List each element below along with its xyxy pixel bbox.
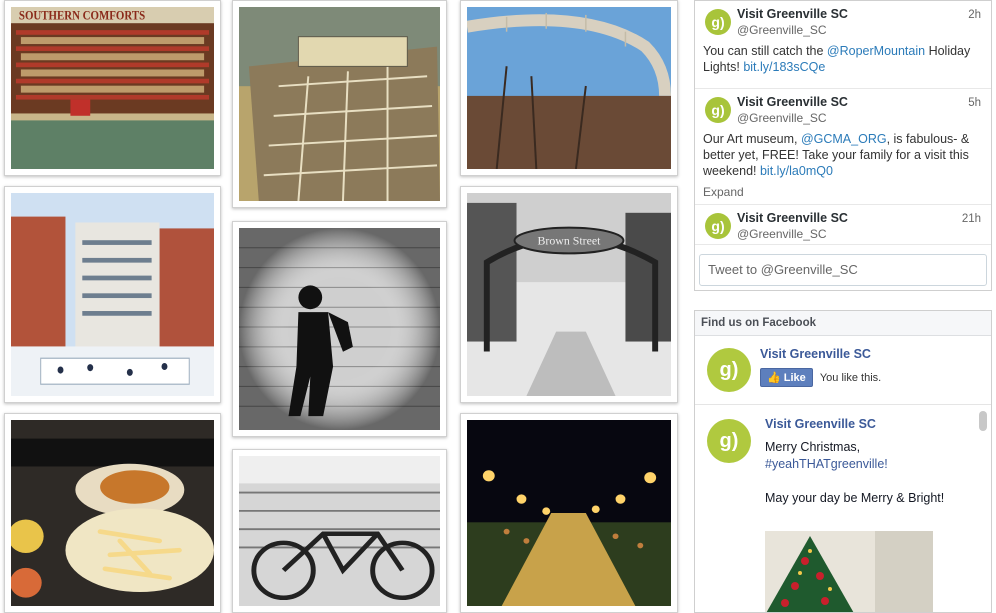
facebook-post-body: Merry Christmas, #yeahTHATgreenville! Ma… <box>765 439 945 507</box>
photo-ice-rink-hotel[interactable] <box>4 186 221 403</box>
facebook-post-line: Merry Christmas, <box>765 440 861 454</box>
tweet-expand-link[interactable]: Expand <box>703 185 981 199</box>
facebook-like-row: 👍 Like You like this. <box>760 368 881 387</box>
tweet-author-handle[interactable]: @Greenville_SC <box>737 23 981 37</box>
facebook-widget: Find us on Facebook g) Visit Greenville … <box>694 310 992 613</box>
facebook-scrollbar[interactable] <box>979 411 987 431</box>
photo-main-street-lights[interactable] <box>460 413 678 613</box>
thumbs-up-icon: 👍 <box>767 372 781 384</box>
photo-liberty-bridge[interactable] <box>460 0 678 176</box>
tweet-url-link[interactable]: bit.ly/la0mQ0 <box>760 164 833 178</box>
tweet-text: Our Art museum, @GCMA_ORG, is fabulous- … <box>703 131 981 179</box>
tweet-author-name[interactable]: Visit Greenville SC <box>737 7 981 21</box>
photo-southern-comforts-shop[interactable]: SOUTHERN COMFORTS <box>4 0 221 176</box>
tweet-text-part: You can still catch the <box>703 44 827 58</box>
tweet-avatar[interactable]: g) <box>705 213 731 239</box>
tweet-avatar[interactable]: g) <box>705 97 731 123</box>
facebook-page-name[interactable]: Visit Greenville SC <box>760 347 871 361</box>
facebook-page-card: g) Visit Greenville SC 👍 Like You like t… <box>695 336 991 405</box>
photo-brown-street-arch[interactable]: Brown Street <box>460 186 678 403</box>
tweet-item: g) Visit Greenville SC @Greenville_SC 21… <box>695 205 991 245</box>
tweet-avatar[interactable]: g) <box>705 9 731 35</box>
tweet-mention-link[interactable]: @RoperMountain <box>827 44 925 58</box>
shop-sign-text: SOUTHERN COMFORTS <box>19 8 146 23</box>
photo-saxophone-silhouette[interactable] <box>232 221 447 437</box>
tweet-text: You can still catch the @RoperMountain H… <box>703 43 981 75</box>
tweet-author-name[interactable]: Visit Greenville SC <box>737 95 981 109</box>
tweet-timestamp[interactable]: 5h <box>968 97 981 109</box>
tweet-author-name[interactable]: Visit Greenville SC <box>737 211 981 225</box>
facebook-post-image[interactable] <box>765 531 933 612</box>
brown-street-sign-text: Brown Street <box>537 233 601 247</box>
facebook-post-line: May your day be Merry & Bright! <box>765 491 945 505</box>
facebook-hashtag-link[interactable]: #yeahTHATgreenville! <box>765 456 945 473</box>
facebook-header: Find us on Facebook <box>695 311 991 336</box>
tweet-item: g) Visit Greenville SC @Greenville_SC 5h… <box>695 89 991 205</box>
facebook-like-label: Like <box>783 372 806 384</box>
facebook-post-avatar[interactable]: g) <box>707 419 751 463</box>
photo-food-fries-sandwich[interactable] <box>4 413 221 613</box>
tweet-text-part: Our Art museum, <box>703 132 801 146</box>
tweet-timestamp[interactable]: 2h <box>968 9 981 21</box>
tweet-url-link[interactable]: bit.ly/183sCQe <box>743 60 825 74</box>
facebook-like-status: You like this. <box>819 372 882 384</box>
tweet-timestamp[interactable]: 21h <box>962 213 981 225</box>
photo-vintage-city-map[interactable] <box>232 0 447 208</box>
tweet-author-handle[interactable]: @Greenville_SC <box>737 227 981 241</box>
twitter-widget: g) Visit Greenville SC @Greenville_SC 2h… <box>694 0 992 291</box>
facebook-post: g) Visit Greenville SC Merry Christmas, … <box>695 405 991 612</box>
facebook-post-author[interactable]: Visit Greenville SC <box>765 417 876 431</box>
photo-bicycle-railing[interactable] <box>232 449 447 613</box>
tweet-mention-link[interactable]: @GCMA_ORG <box>801 132 887 146</box>
tweet-compose-input[interactable]: Tweet to @Greenville_SC <box>699 254 987 286</box>
tweet-item: g) Visit Greenville SC @Greenville_SC 2h… <box>695 1 991 89</box>
facebook-like-button[interactable]: 👍 Like <box>760 368 813 387</box>
facebook-page-avatar[interactable]: g) <box>707 348 751 392</box>
tweet-author-handle[interactable]: @Greenville_SC <box>737 111 981 125</box>
